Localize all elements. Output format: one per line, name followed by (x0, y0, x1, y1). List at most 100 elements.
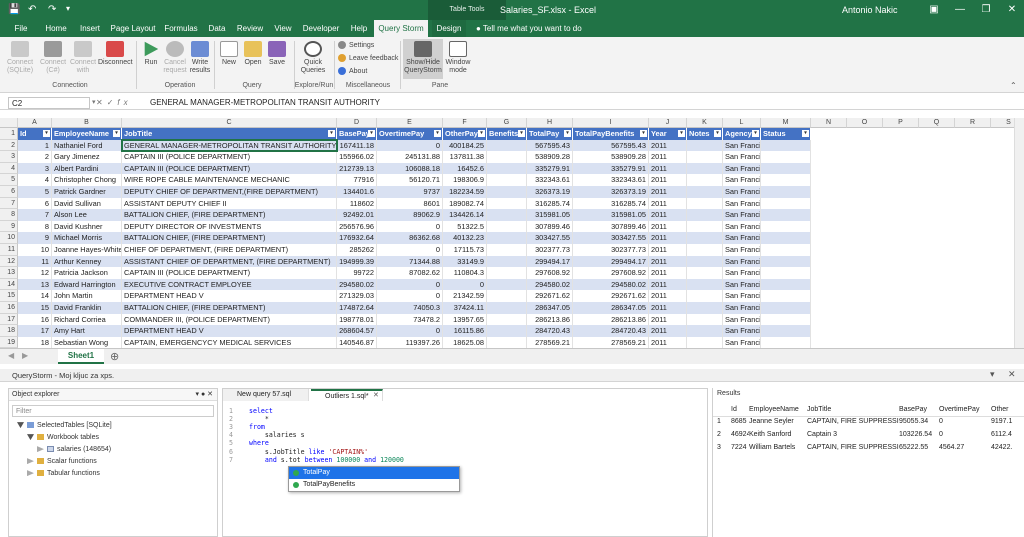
table-cell[interactable]: 335279.91 (573, 162, 649, 175)
table-cell[interactable]: 2011 (649, 336, 687, 348)
results-header[interactable]: Other (991, 404, 1019, 415)
code-line[interactable]: where (249, 439, 269, 447)
table-cell[interactable]: 198778.01 (337, 313, 377, 326)
autocomplete-item-totalpay[interactable]: TotalPay (289, 467, 459, 479)
name-box-dropdown-icon[interactable]: ▾ (92, 98, 96, 106)
tab-review[interactable]: Review (232, 20, 268, 37)
table-cell[interactable]: 2011 (649, 220, 687, 233)
window-mode-button[interactable]: Window mode (444, 41, 472, 75)
undo-icon[interactable]: ↶ (28, 4, 36, 15)
open-button[interactable]: Open (242, 41, 264, 67)
table-cell[interactable]: 2 (18, 151, 52, 163)
table-cell[interactable]: 538909.28 (527, 151, 573, 163)
tab-page-layout[interactable]: Page Layout (108, 20, 158, 37)
filter-dropdown-icon[interactable]: ▾ (328, 130, 335, 137)
code-line[interactable]: select (249, 407, 273, 415)
table-cell[interactable]: 13 (18, 278, 52, 291)
table-cell[interactable]: 316285.74 (527, 197, 573, 210)
table-cell[interactable]: 198306.9 (443, 174, 487, 186)
redo-icon[interactable]: ↷ (48, 4, 56, 15)
table-cell[interactable] (761, 290, 811, 302)
filter-dropdown-icon[interactable]: ▾ (43, 130, 50, 137)
filter-input[interactable]: Filter (12, 405, 214, 417)
table-cell[interactable]: 332343.61 (573, 174, 649, 186)
table-cell[interactable]: 0 (377, 278, 443, 291)
table-cell[interactable] (487, 267, 527, 279)
code-line[interactable]: * (249, 415, 269, 423)
results-cell[interactable]: Keith Sanford (749, 429, 807, 440)
user-name[interactable]: Antonio Nakic (842, 5, 898, 15)
row-header[interactable]: 4 (0, 162, 18, 175)
table-cell[interactable]: CAPTAIN III (POLICE DEPARTMENT) (122, 162, 337, 175)
connect-csharp-button[interactable]: Connect (C#) (38, 41, 68, 75)
table-cell[interactable]: 2011 (649, 197, 687, 210)
table-cell[interactable]: 294580.02 (337, 278, 377, 291)
column-header-e[interactable]: E (377, 118, 443, 128)
table-cell[interactable]: 294580.02 (573, 278, 649, 291)
table-cell[interactable]: 86362.68 (377, 232, 443, 244)
table-cell[interactable] (761, 244, 811, 256)
table-header-cell[interactable]: Notes ▾ (687, 128, 723, 140)
table-cell[interactable]: ASSISTANT CHIEF OF DEPARTMENT, (FIRE DEP… (122, 255, 337, 268)
table-cell[interactable] (687, 244, 723, 256)
results-cell[interactable]: CAPTAIN, FIRE SUPPRESSION (807, 416, 899, 427)
filter-dropdown-icon[interactable]: ▾ (678, 130, 685, 137)
table-cell[interactable] (761, 139, 811, 152)
table-cell[interactable]: 176932.64 (337, 232, 377, 244)
table-cell[interactable] (487, 209, 527, 221)
table-cell[interactable]: 17115.73 (443, 244, 487, 256)
table-cell[interactable]: 14 (18, 290, 52, 302)
results-header[interactable]: OvertimePay (939, 404, 991, 415)
restore-icon[interactable]: ❐ (976, 2, 996, 18)
run-button[interactable]: Run (140, 41, 162, 67)
table-cell[interactable]: 77916 (337, 174, 377, 186)
results-cell[interactable]: 6112.4 (991, 429, 1019, 440)
table-cell[interactable]: San Francisco (723, 186, 761, 198)
row-header[interactable]: 11 (0, 244, 18, 256)
table-cell[interactable]: 268604.57 (337, 325, 377, 337)
table-cell[interactable] (687, 290, 723, 302)
row-header[interactable]: 9 (0, 220, 18, 233)
table-cell[interactable]: 2011 (649, 232, 687, 244)
table-cell[interactable]: San Francisco (723, 162, 761, 175)
table-cell[interactable]: Richard Corriea (52, 313, 122, 326)
vertical-scrollbar[interactable] (1014, 118, 1024, 348)
table-cell[interactable] (687, 197, 723, 210)
table-cell[interactable]: 302377.73 (527, 244, 573, 256)
table-cell[interactable]: San Francisco (723, 174, 761, 186)
table-cell[interactable]: 33149.9 (443, 255, 487, 268)
table-cell[interactable]: 155966.02 (337, 151, 377, 163)
filter-dropdown-icon[interactable]: ▾ (802, 130, 809, 137)
row-header[interactable]: 18 (0, 325, 18, 337)
pin-icon[interactable]: ▾ ● ✕ (196, 389, 214, 400)
connect-sqlite-button[interactable]: Connect (SQLite) (4, 41, 36, 75)
table-cell[interactable]: 56120.71 (377, 174, 443, 186)
column-header-f[interactable]: F (443, 118, 487, 128)
tab-design[interactable]: Design (432, 20, 466, 37)
table-cell[interactable]: San Francisco (723, 302, 761, 314)
table-cell[interactable]: 278569.21 (573, 336, 649, 348)
table-cell[interactable] (761, 302, 811, 314)
results-cell[interactable]: CAPTAIN, FIRE SUPPRESSION (807, 442, 899, 453)
table-cell[interactable]: David Franklin (52, 302, 122, 314)
table-cell[interactable] (687, 186, 723, 198)
table-cell[interactable] (687, 255, 723, 268)
table-cell[interactable]: John Martin (52, 290, 122, 302)
table-cell[interactable]: 0 (377, 139, 443, 152)
table-cell[interactable]: 134426.14 (443, 209, 487, 221)
code-line[interactable]: from (249, 423, 265, 431)
table-cell[interactable]: Patrick Gardner (52, 186, 122, 198)
tab-file[interactable]: File (6, 20, 36, 37)
column-header-h[interactable]: H (527, 118, 573, 128)
column-header-g[interactable]: G (487, 118, 527, 128)
tab-developer[interactable]: Developer (298, 20, 344, 37)
table-cell[interactable] (761, 313, 811, 326)
table-cell[interactable] (761, 267, 811, 279)
table-header-cell[interactable]: Benefits ▾ (487, 128, 527, 140)
table-cell[interactable] (487, 290, 527, 302)
enter-icon[interactable]: ✓ (107, 98, 118, 107)
results-cell[interactable]: Captain 3 (807, 429, 899, 440)
code-line[interactable]: s.JobTitle like 'CAPTAIN%' (249, 448, 368, 456)
table-cell[interactable]: 74050.3 (377, 302, 443, 314)
results-cell[interactable]: William Bartels (749, 442, 807, 453)
